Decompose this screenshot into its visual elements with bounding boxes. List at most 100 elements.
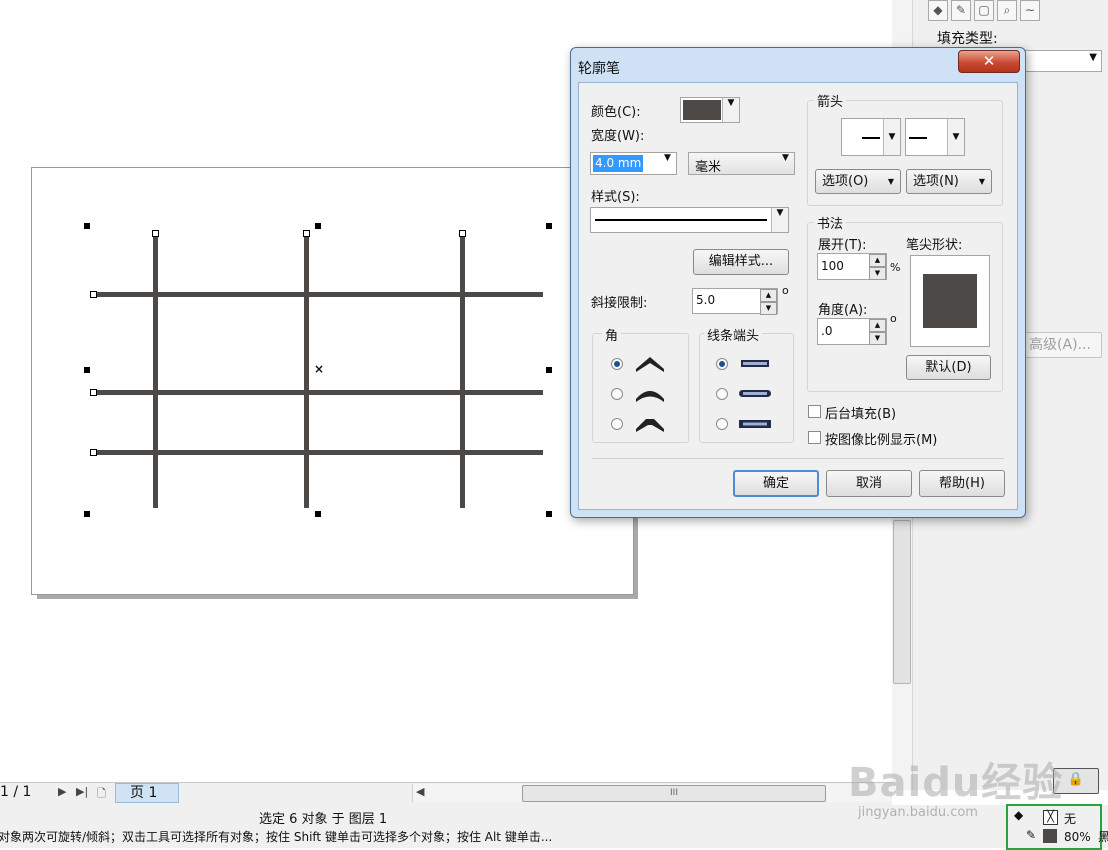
color-swatch bbox=[683, 100, 721, 120]
corner-miter-radio[interactable] bbox=[611, 358, 623, 370]
no-fill-swatch: ╳ bbox=[1043, 810, 1058, 825]
width-select[interactable]: 4.0 mm ▼ bbox=[590, 152, 677, 175]
node-handle[interactable] bbox=[459, 230, 466, 237]
arrows-label: 箭头 bbox=[814, 91, 847, 110]
corners-label: 角 bbox=[602, 325, 622, 344]
corner-bevel-radio[interactable] bbox=[611, 418, 623, 430]
pen-icon[interactable]: ✎ bbox=[951, 0, 971, 21]
nib-shape-label: 笔尖形状: bbox=[906, 238, 963, 253]
fill-bucket-icon: ◆ bbox=[1014, 808, 1024, 822]
horizontal-scrollbar-thumb[interactable]: III bbox=[522, 785, 826, 802]
cap-round-radio[interactable] bbox=[716, 388, 728, 400]
selection-handle-bottom-left[interactable] bbox=[84, 511, 90, 517]
color-picker[interactable]: ▼ bbox=[680, 97, 740, 123]
zoom-icon[interactable]: ⌕ bbox=[997, 0, 1017, 21]
watermark-logo: Baidu经验 bbox=[848, 760, 1064, 806]
arrow-options-right-button[interactable]: 选项(N) ▼ bbox=[906, 169, 992, 194]
miter-limit-value: 5.0 bbox=[696, 293, 716, 307]
fill-bucket-icon[interactable]: ◆ bbox=[928, 0, 948, 21]
next-page-icon[interactable]: ▶ bbox=[58, 785, 66, 798]
end-arrow-preview bbox=[909, 137, 927, 139]
help-button[interactable]: 帮助(H) bbox=[919, 470, 1005, 497]
width-value[interactable]: 4.0 mm bbox=[593, 155, 644, 172]
horizontal-line-top[interactable] bbox=[93, 292, 543, 297]
pen-icon: ✎ bbox=[1026, 828, 1037, 842]
fill-outline-indicator[interactable]: ◆ ╳ 无 ✎ 80% bbox=[1006, 804, 1102, 850]
curve-icon[interactable]: ∼ bbox=[1020, 0, 1040, 21]
drawing-page[interactable] bbox=[31, 167, 634, 595]
nib-shape-preview[interactable] bbox=[910, 255, 990, 347]
line-style-select[interactable]: ▼ bbox=[590, 207, 789, 233]
behind-fill-label[interactable]: 后台填充(B) bbox=[825, 403, 896, 422]
cap-square-radio[interactable] bbox=[716, 418, 728, 430]
angle-label: 角度(A): bbox=[818, 303, 868, 318]
page-tab[interactable]: 页 1 bbox=[115, 783, 179, 803]
chevron-down-icon: ▼ bbox=[887, 177, 894, 186]
end-arrow-select[interactable]: ▼ bbox=[905, 118, 965, 156]
vertical-line-left[interactable] bbox=[153, 234, 158, 508]
cap-butt-radio[interactable] bbox=[716, 358, 728, 370]
node-handle[interactable] bbox=[90, 449, 97, 456]
rectangle-icon[interactable]: ▢ bbox=[974, 0, 994, 21]
outline-value: 80% bbox=[1064, 830, 1091, 844]
watermark-url: jingyan.baidu.com bbox=[858, 805, 978, 820]
rotation-center-marker[interactable]: × bbox=[314, 362, 324, 376]
node-handle[interactable] bbox=[152, 230, 159, 237]
line-cap-icons bbox=[739, 360, 771, 428]
horizontal-line-bottom[interactable] bbox=[93, 450, 543, 455]
cancel-button[interactable]: 取消 bbox=[826, 470, 912, 497]
angle-spinner[interactable]: ▲ ▼ bbox=[869, 319, 886, 345]
color-label: 颜色(C): bbox=[591, 105, 641, 120]
hint-status: 对象两次可旋转/倾斜；双击工具可选择所有对象；按住 Shift 键单击可选择多个… bbox=[0, 830, 553, 844]
percent-symbol: % bbox=[890, 261, 901, 274]
stretch-value: 100 bbox=[821, 259, 844, 273]
vertical-line-right[interactable] bbox=[460, 234, 465, 508]
selection-handle-bottom-right[interactable] bbox=[546, 511, 552, 517]
fill-type-select[interactable]: ▼ bbox=[1020, 50, 1102, 72]
dialog-title: 轮廓笔 bbox=[578, 61, 620, 77]
round-corner-icon bbox=[636, 391, 664, 402]
arrow-options-left-button[interactable]: 选项(O) ▼ bbox=[815, 169, 901, 194]
corner-round-radio[interactable] bbox=[611, 388, 623, 400]
behind-fill-checkbox[interactable] bbox=[808, 405, 821, 418]
selection-handle-right[interactable] bbox=[546, 367, 552, 373]
default-button[interactable]: 默认(D) bbox=[906, 355, 991, 380]
chevron-down-icon: ▼ bbox=[771, 208, 788, 232]
selection-handle-top-left[interactable] bbox=[84, 223, 90, 229]
bevel-corner-icon bbox=[636, 419, 664, 432]
vertical-line-middle[interactable] bbox=[304, 234, 309, 508]
ok-button[interactable]: 确定 bbox=[733, 470, 819, 497]
selection-handle-bottom[interactable] bbox=[315, 511, 321, 517]
selection-handle-top[interactable] bbox=[315, 223, 321, 229]
start-arrow-preview bbox=[862, 137, 880, 139]
node-handle[interactable] bbox=[90, 291, 97, 298]
add-page-icon[interactable]: 🗋 bbox=[97, 785, 106, 804]
advanced-button[interactable]: 高级(A)... bbox=[1018, 332, 1102, 358]
scale-with-image-checkbox[interactable] bbox=[808, 431, 821, 444]
fill-value: 无 bbox=[1064, 812, 1077, 826]
node-handle[interactable] bbox=[90, 389, 97, 396]
unit-select[interactable]: 毫米 ▼ bbox=[688, 152, 795, 175]
stretch-spinner[interactable]: ▲ ▼ bbox=[869, 254, 886, 280]
degree-symbol: o bbox=[890, 312, 897, 325]
scroll-left-icon[interactable]: ◀ bbox=[416, 785, 424, 798]
chevron-down-icon: ▼ bbox=[659, 153, 676, 174]
chevron-down-icon: ▼ bbox=[1089, 52, 1097, 63]
edit-style-button[interactable]: 编辑样式... bbox=[693, 249, 789, 275]
miter-corner-icon bbox=[636, 357, 664, 372]
last-page-icon[interactable]: ▶| bbox=[76, 785, 88, 798]
miter-limit-spinner[interactable]: ▲ ▼ bbox=[760, 289, 777, 315]
vertical-scrollbar-thumb[interactable] bbox=[893, 520, 911, 684]
selection-handle-left[interactable] bbox=[84, 367, 90, 373]
stretch-label: 展开(T): bbox=[818, 238, 867, 253]
scale-with-image-label[interactable]: 按图像比例显示(M) bbox=[825, 429, 937, 448]
node-handle[interactable] bbox=[303, 230, 310, 237]
close-icon[interactable]: ✕ bbox=[958, 50, 1020, 73]
arrow-options-left-label: 选项(O) bbox=[822, 174, 869, 189]
start-arrow-select[interactable]: ▼ bbox=[841, 118, 901, 156]
selection-handle-top-right[interactable] bbox=[546, 223, 552, 229]
horizontal-line-middle[interactable] bbox=[93, 390, 543, 395]
outline-color-swatch bbox=[1043, 829, 1057, 843]
calligraphy-label: 书法 bbox=[814, 213, 847, 232]
miter-limit-label: 斜接限制: bbox=[591, 296, 648, 311]
